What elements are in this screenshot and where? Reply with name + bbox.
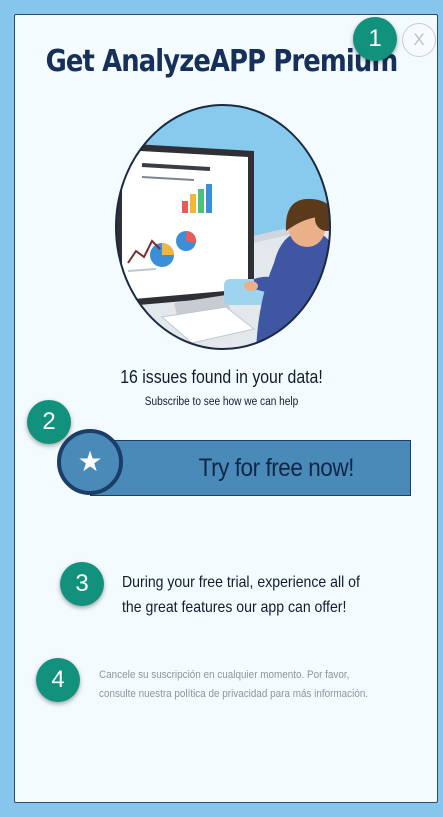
monitor-screen — [122, 150, 248, 300]
person-hand — [244, 281, 258, 291]
star-icon: ★ — [77, 446, 103, 477]
close-icon: X — [413, 30, 425, 49]
try-free-button[interactable]: Try for free now! — [90, 440, 411, 496]
disclaimer-line: consulte nuestra política de privacidad … — [99, 688, 369, 700]
analytics-illustration — [115, 104, 331, 350]
chart-bar — [206, 184, 212, 213]
chart-bar — [190, 194, 196, 213]
chart-bar — [198, 189, 204, 213]
issues-subtitle: Subscribe to see how we can help — [144, 396, 299, 408]
star-badge[interactable]: ★ — [57, 429, 123, 495]
step-marker-3: 3 — [60, 562, 104, 606]
trial-line: During your free trial, experience all o… — [122, 574, 360, 591]
trial-line: the great features our app can offer! — [122, 599, 347, 616]
step-marker-4: 4 — [36, 658, 80, 702]
disclaimer-line: Cancele su suscripción en cualquier mome… — [99, 669, 350, 681]
step-marker-1: 1 — [353, 17, 397, 61]
try-free-label: Try for free now! — [198, 453, 355, 482]
close-button[interactable]: X — [402, 23, 436, 57]
issues-heading: 16 issues found in your data! — [120, 367, 323, 387]
chart-bar — [182, 201, 188, 213]
trial-description: During your free trial, experience all o… — [122, 570, 422, 620]
step-marker-2: 2 — [27, 400, 71, 444]
disclaimer-text: Cancele su suscripción en cualquier mome… — [99, 666, 429, 704]
